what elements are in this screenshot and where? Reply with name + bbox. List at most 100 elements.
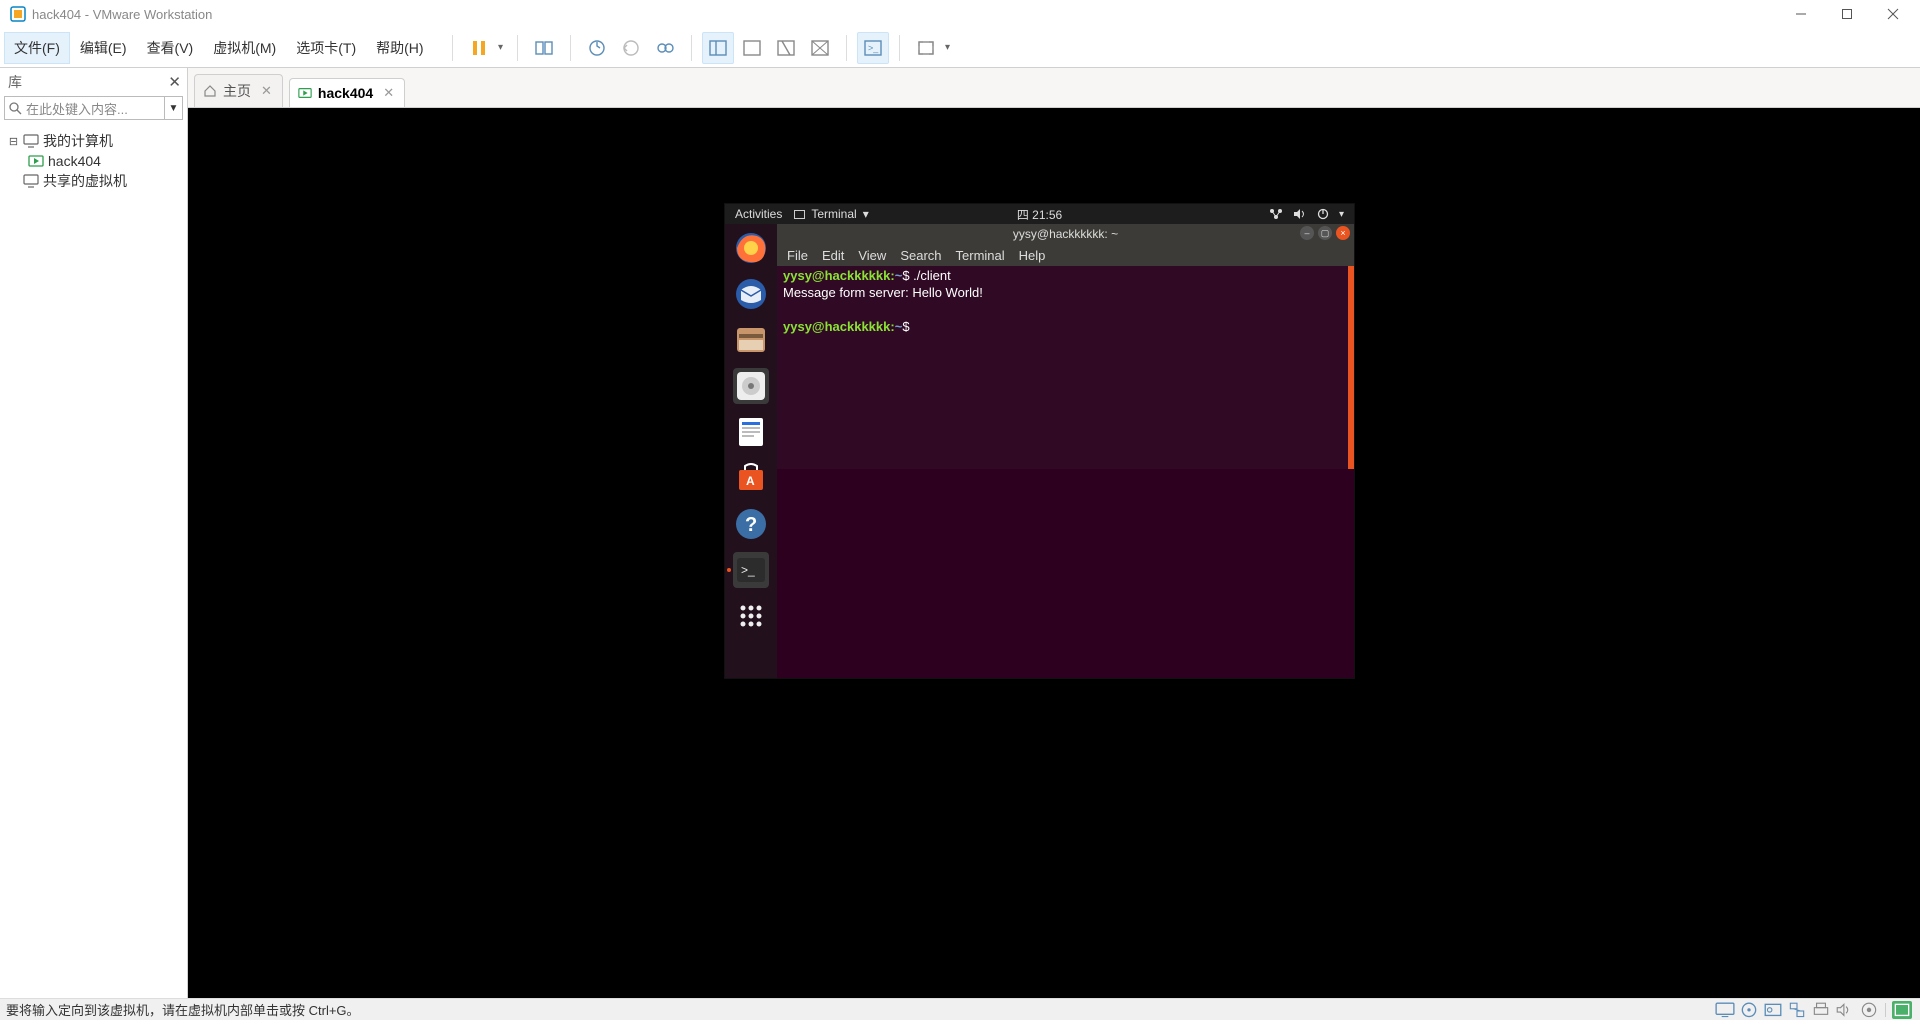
menubar-row: 文件(F) 编辑(E) 查看(V) 虚拟机(M) 选项卡(T) 帮助(H) ▾ … <box>0 28 1920 68</box>
statusbar: 要将输入定向到该虚拟机，请在虚拟机内部单击或按 Ctrl+G。 <box>0 998 1920 1020</box>
dock-software[interactable]: A <box>733 460 769 496</box>
search-icon <box>9 102 22 115</box>
status-vmtools-icon[interactable] <box>1892 1001 1912 1019</box>
topbar-app-menu[interactable]: Terminal ▾ <box>794 207 868 221</box>
collapse-icon[interactable]: ⊟ <box>8 135 19 148</box>
tree-label: 共享的虚拟机 <box>43 171 127 191</box>
svg-text:A: A <box>746 474 755 488</box>
pause-button[interactable] <box>463 32 495 64</box>
vm-console[interactable]: Activities Terminal ▾ 四 21:56 ▾ <box>188 108 1920 998</box>
status-cd-icon[interactable] <box>1763 1001 1783 1019</box>
terminal-window[interactable]: yysy@hackkkkkk: ~ – ▢ × File Edit View S… <box>777 224 1354 469</box>
tab-close-button[interactable]: ✕ <box>261 83 272 99</box>
library-tree: ⊟ 我的计算机 hack404 共享的虚拟机 <box>0 126 187 196</box>
computer-icon <box>23 133 39 149</box>
minimize-button[interactable] <box>1778 0 1824 28</box>
network-icon[interactable] <box>1269 208 1283 220</box>
menu-file[interactable]: 文件(F) <box>4 32 70 64</box>
terminal-titlebar[interactable]: yysy@hackkkkkk: ~ – ▢ × <box>777 224 1354 244</box>
dock-files[interactable] <box>733 322 769 358</box>
tree-vm-hack404[interactable]: hack404 <box>0 152 187 170</box>
tree-label: 我的计算机 <box>43 131 113 151</box>
terminal-title: yysy@hackkkkkk: ~ <box>1013 227 1118 241</box>
tree-label: hack404 <box>48 153 101 169</box>
library-sidebar: 库 ✕ 在此处键入内容... ▼ ⊟ 我的计算机 hack404 <box>0 68 188 998</box>
terminal-body[interactable]: yysy@hackkkkkk:~$ ./client Message form … <box>777 266 1354 338</box>
view-console-button[interactable] <box>702 32 734 64</box>
terminal-scrollbar[interactable] <box>1348 266 1354 469</box>
status-usb-icon[interactable] <box>1859 1001 1879 1019</box>
menu-tabs[interactable]: 选项卡(T) <box>286 32 366 64</box>
volume-icon[interactable] <box>1293 208 1307 220</box>
main-area: 库 ✕ 在此处键入内容... ▼ ⊟ 我的计算机 hack404 <box>0 68 1920 998</box>
terminal-prompt: yysy@hackkkkkk:~$ <box>783 319 1348 336</box>
status-printer-icon[interactable] <box>1811 1001 1831 1019</box>
term-menu-search[interactable]: Search <box>900 248 941 263</box>
search-dropdown[interactable]: ▼ <box>165 96 183 120</box>
send-keys-button[interactable] <box>528 32 560 64</box>
status-disk-icon[interactable] <box>1739 1001 1759 1019</box>
revert-snapshot-button[interactable] <box>615 32 647 64</box>
view-unity-button[interactable] <box>804 32 836 64</box>
term-menu-file[interactable]: File <box>787 248 808 263</box>
dock-apps-grid[interactable] <box>733 598 769 634</box>
status-sound-icon[interactable] <box>1835 1001 1855 1019</box>
chevron-down-icon[interactable]: ▾ <box>1339 209 1344 220</box>
maximize-button[interactable] <box>1824 0 1870 28</box>
view-single-button[interactable] <box>736 32 768 64</box>
menubar: 文件(F) 编辑(E) 查看(V) 虚拟机(M) 选项卡(T) 帮助(H) <box>0 28 434 67</box>
fullscreen-dropdown[interactable]: ▾ <box>942 42 954 53</box>
activities-button[interactable]: Activities <box>735 207 782 221</box>
shared-icon <box>23 173 39 189</box>
tree-my-computer[interactable]: ⊟ 我的计算机 <box>0 130 187 152</box>
menu-view[interactable]: 查看(V) <box>137 32 204 64</box>
terminal-minimize-button[interactable]: – <box>1300 226 1314 240</box>
tab-home[interactable]: 主页 ✕ <box>194 74 283 107</box>
window-titlebar: hack404 - VMware Workstation <box>0 0 1920 28</box>
menu-vm[interactable]: 虚拟机(M) <box>203 32 286 64</box>
status-monitor-icon[interactable] <box>1715 1001 1735 1019</box>
home-icon <box>203 84 217 98</box>
dock-thunderbird[interactable] <box>733 276 769 312</box>
status-network-icon[interactable] <box>1787 1001 1807 1019</box>
console-view-button[interactable]: >_ <box>857 32 889 64</box>
tree-shared-vms[interactable]: 共享的虚拟机 <box>0 170 187 192</box>
chevron-down-icon: ▾ <box>863 207 869 221</box>
dock-libreoffice[interactable] <box>733 414 769 450</box>
term-menu-help[interactable]: Help <box>1019 248 1046 263</box>
svg-text:>_: >_ <box>741 563 755 577</box>
tab-label: hack404 <box>318 85 373 101</box>
term-menu-view[interactable]: View <box>858 248 886 263</box>
dock-help[interactable]: ? <box>733 506 769 542</box>
terminal-close-button[interactable]: × <box>1336 226 1350 240</box>
menu-edit[interactable]: 编辑(E) <box>70 32 137 64</box>
tab-close-button[interactable]: ✕ <box>383 85 394 101</box>
power-dropdown[interactable]: ▾ <box>495 42 507 53</box>
term-menu-terminal[interactable]: Terminal <box>956 248 1005 263</box>
topbar-clock[interactable]: 四 21:56 <box>1017 206 1062 223</box>
library-close-button[interactable]: ✕ <box>168 73 181 91</box>
dock-rhythmbox[interactable] <box>733 368 769 404</box>
dock-firefox[interactable] <box>733 230 769 266</box>
terminal-maximize-button[interactable]: ▢ <box>1318 226 1332 240</box>
terminal-menubar: File Edit View Search Terminal Help <box>777 244 1354 266</box>
gnome-topbar: Activities Terminal ▾ 四 21:56 ▾ <box>725 204 1354 224</box>
search-placeholder: 在此处键入内容... <box>26 99 128 118</box>
dock-terminal[interactable]: >_ <box>733 552 769 588</box>
library-search-input[interactable]: 在此处键入内容... <box>4 96 165 120</box>
svg-text:>_: >_ <box>868 43 879 53</box>
toolbar: ▾ >_ ▾ <box>434 28 954 67</box>
power-icon[interactable] <box>1317 208 1329 220</box>
tab-vm-hack404[interactable]: hack404 ✕ <box>289 78 405 107</box>
topbar-app-label: Terminal <box>811 207 856 221</box>
library-title: 库 <box>8 72 22 92</box>
view-multi-button[interactable] <box>770 32 802 64</box>
window-title: hack404 - VMware Workstation <box>32 7 212 22</box>
snapshot-button[interactable] <box>581 32 613 64</box>
guest-desktop[interactable]: Activities Terminal ▾ 四 21:56 ▾ <box>725 204 1354 678</box>
close-button[interactable] <box>1870 0 1916 28</box>
snapshot-manager-button[interactable] <box>649 32 681 64</box>
term-menu-edit[interactable]: Edit <box>822 248 844 263</box>
fullscreen-button[interactable] <box>910 32 942 64</box>
menu-help[interactable]: 帮助(H) <box>366 32 433 64</box>
